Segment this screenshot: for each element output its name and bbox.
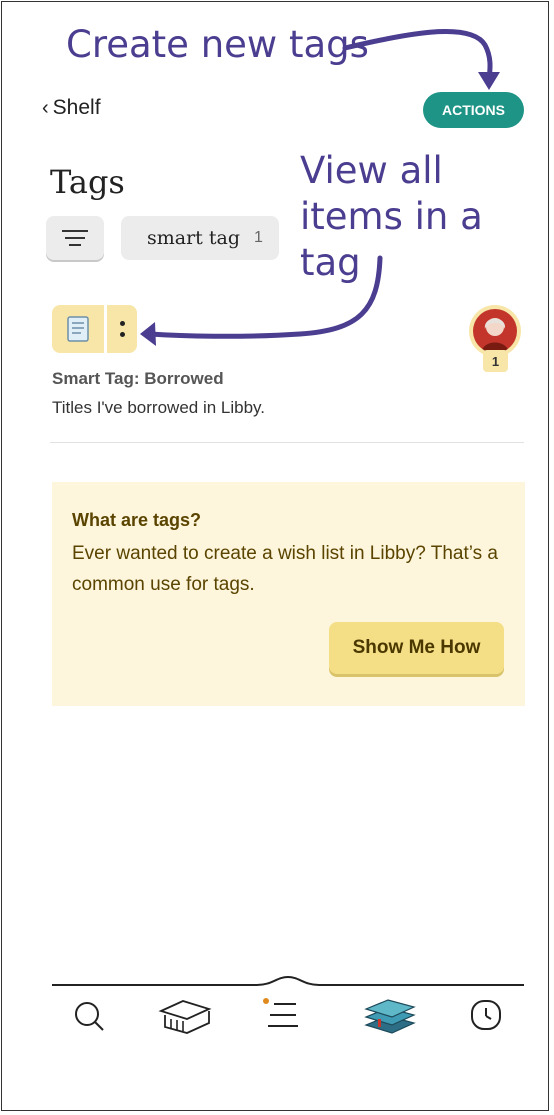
chip-label: smart tag (147, 227, 240, 249)
menu-icon[interactable] (260, 998, 300, 1035)
back-button[interactable]: ‹ Shelf (42, 96, 101, 120)
info-title: What are tags? (72, 510, 202, 530)
tag-name[interactable]: Smart Tag: Borrowed (52, 369, 224, 389)
chevron-left-icon: ‹ (42, 96, 49, 119)
search-icon[interactable] (72, 999, 106, 1033)
back-label: Shelf (52, 96, 101, 119)
more-icon (119, 321, 125, 326)
timeline-icon[interactable] (470, 999, 502, 1033)
user-avatar-icon (481, 318, 509, 353)
info-body: Ever wanted to create a wish list in Lib… (72, 543, 498, 595)
filter-button[interactable] (46, 216, 104, 260)
smart-tag-chip[interactable]: smart tag 1 (121, 216, 279, 260)
shelf-icon[interactable] (362, 999, 416, 1035)
tag-more-button[interactable] (107, 305, 137, 353)
actions-button[interactable]: ACTIONS (423, 92, 524, 128)
tag-description: Titles I've borrowed in Libby. (52, 398, 266, 417)
page-title: Tags (50, 163, 125, 201)
chip-count: 1 (253, 229, 263, 246)
divider (50, 442, 524, 443)
filter-icon (62, 225, 88, 251)
bottom-nav (52, 975, 524, 1055)
receipt-icon (67, 316, 89, 342)
library-icon[interactable] (157, 999, 213, 1035)
show-me-how-button[interactable]: Show Me How (329, 622, 504, 674)
tag-tile[interactable] (52, 305, 104, 353)
annotation-create-tags: Create new tags (66, 23, 369, 66)
avatar-count-badge: 1 (483, 350, 508, 372)
annotation-view-items: View all items in a tag (300, 149, 483, 284)
info-card: What are tags? Ever wanted to create a w… (52, 482, 525, 706)
